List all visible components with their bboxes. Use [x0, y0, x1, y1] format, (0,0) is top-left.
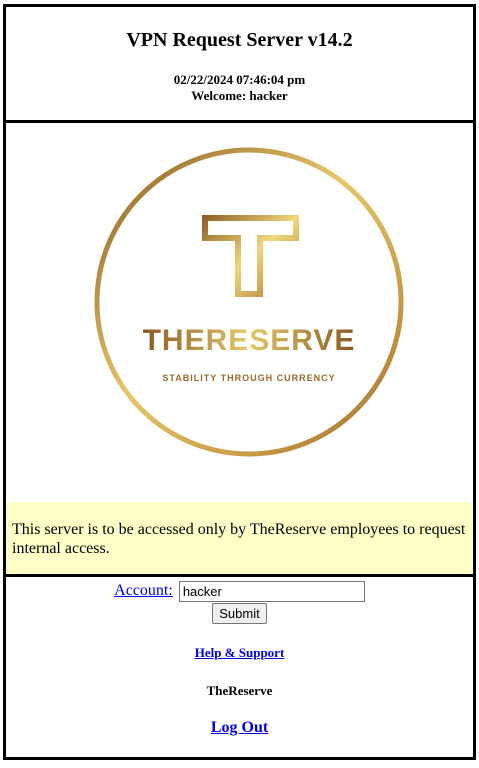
logo-ring	[94, 147, 404, 457]
account-input[interactable]	[178, 580, 365, 602]
account-label-link[interactable]: Account:	[114, 582, 173, 599]
notice-text: This server is to be accessed only by Th…	[12, 521, 466, 557]
page-title: VPN Request Server v14.2	[126, 29, 353, 51]
t-monogram-icon	[202, 215, 299, 297]
thereserve-logo: THERESERVE STABILITY THROUGH CURRENCY	[94, 147, 404, 457]
page-frame: VPN Request Server v14.2 02/22/2024 07:4…	[3, 4, 476, 760]
current-datetime: 02/22/2024 07:46:04 pm	[173, 72, 306, 87]
logo-area: THERESERVE STABILITY THROUGH CURRENCY	[6, 123, 473, 495]
logout-link[interactable]: Log Out	[6, 719, 473, 737]
org-name: TheReserve	[206, 683, 273, 698]
access-notice: This server is to be accessed only by Th…	[6, 502, 473, 577]
logo-wordmark: THERESERVE	[143, 324, 356, 357]
welcome-message: Welcome: hacker	[191, 88, 288, 103]
logo-tagline: STABILITY THROUGH CURRENCY	[162, 373, 335, 383]
submit-button[interactable]: Submit	[212, 603, 267, 624]
help-support-link[interactable]: Help & Support	[6, 645, 473, 661]
vpn-request-form: Account: Submit Help & Support TheReserv…	[6, 580, 473, 737]
page-header: VPN Request Server v14.2 02/22/2024 07:4…	[6, 7, 473, 123]
account-row: Account:	[6, 580, 473, 602]
